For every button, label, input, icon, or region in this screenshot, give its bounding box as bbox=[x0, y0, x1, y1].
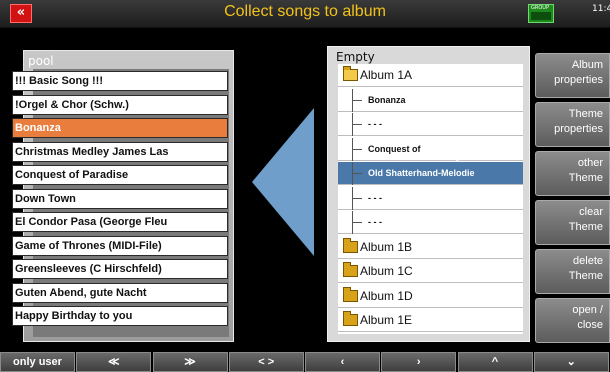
album-item-label: Album 1A bbox=[360, 68, 413, 82]
keyboard-icon-label: GROUP bbox=[531, 5, 549, 11]
side-button-label: Theme bbox=[568, 270, 603, 282]
side-button-label: close bbox=[577, 319, 603, 331]
side-button-label: properties bbox=[554, 74, 603, 86]
side-button-label: delete bbox=[573, 255, 603, 267]
theme-properties-button[interactable]: Theme properties bbox=[535, 102, 610, 147]
album-song-item[interactable]: Conquest of bbox=[338, 137, 523, 161]
side-button-label: Theme bbox=[568, 221, 603, 233]
down-button[interactable]: ⌄ bbox=[533, 352, 609, 372]
left-right-button[interactable]: < > bbox=[228, 352, 304, 372]
side-button-label: Album bbox=[571, 59, 603, 71]
album-item-label: Album 1C bbox=[360, 264, 413, 278]
side-button-label: open / bbox=[572, 304, 603, 316]
pool-item[interactable]: Bonanza bbox=[12, 118, 228, 138]
pool-title: pool bbox=[28, 54, 54, 68]
album-item-label: Bonanza bbox=[368, 94, 406, 105]
album-item-label: - - - bbox=[368, 192, 382, 203]
album-item-label: Album 1D bbox=[360, 288, 413, 303]
open-close-button[interactable]: open / close bbox=[535, 298, 610, 343]
side-button-label: clear bbox=[579, 206, 603, 218]
keyboard-keys bbox=[531, 12, 551, 20]
side-button-label: other bbox=[577, 157, 603, 169]
up-button[interactable]: ^ bbox=[457, 352, 533, 372]
page-up-button[interactable]: ≪ bbox=[76, 352, 152, 372]
rotate-left-button[interactable]: ‹ bbox=[305, 352, 380, 372]
bottom-button-bar: only user ≪ ≫ < > ‹ › ^ ⌄ bbox=[0, 352, 610, 372]
pool-item[interactable]: El Condor Pasa (George Fleu bbox=[12, 212, 228, 232]
album-item[interactable]: Album 1E bbox=[338, 309, 523, 332]
folder-open-icon bbox=[343, 66, 358, 81]
album-item-label: Album 1B bbox=[360, 239, 413, 254]
pool-item[interactable]: !Orgel & Chor (Schw.) bbox=[12, 94, 228, 115]
page-title: Collect songs to album bbox=[224, 3, 386, 20]
album-song-item[interactable]: Old Shatterhand-Melodie bbox=[338, 162, 523, 185]
pool-item[interactable]: Down Town bbox=[12, 188, 228, 209]
pool-item[interactable]: Happy Birthday to you bbox=[12, 306, 228, 326]
pool-item[interactable]: !!! Basic Song !!! bbox=[12, 71, 228, 91]
clock: 11:4 bbox=[592, 4, 610, 14]
pointer-hand-icon: ☟ bbox=[442, 130, 463, 170]
folder-icon bbox=[343, 286, 358, 302]
side-button-label: properties bbox=[554, 123, 603, 135]
album-panel-title: Empty bbox=[336, 50, 375, 64]
keyboard-icon[interactable]: GROUP bbox=[528, 4, 554, 23]
album-item-label: Album 1E bbox=[360, 313, 413, 327]
pool-item[interactable]: Christmas Medley James Las bbox=[12, 141, 228, 162]
album-song-item[interactable]: - - - bbox=[338, 186, 523, 210]
pool-item[interactable]: Guten Abend, gute Nacht bbox=[12, 282, 228, 303]
album-item[interactable]: Album 1C bbox=[338, 260, 523, 283]
album-item[interactable]: Album 1A bbox=[338, 64, 523, 87]
pool-item[interactable]: Greensleeves (C Hirschfeld) bbox=[12, 259, 228, 279]
rotate-right-button[interactable]: › bbox=[381, 352, 457, 372]
album-item-label: - - - bbox=[368, 217, 382, 227]
album-tree: Album 1A Bonanza - - - Conquest of Old Shatt… bbox=[338, 64, 523, 334]
folder-icon bbox=[343, 262, 358, 277]
clear-theme-button[interactable]: clear Theme bbox=[535, 200, 610, 245]
album-song-item[interactable]: - - - bbox=[338, 113, 523, 136]
folder-icon bbox=[343, 237, 358, 253]
album-item-label: Conquest of bbox=[368, 143, 421, 154]
pool-item[interactable]: Game of Thrones (MIDI-File) bbox=[12, 235, 228, 256]
album-properties-button[interactable]: Album properties bbox=[535, 53, 610, 98]
folder-icon bbox=[343, 311, 358, 326]
album-item[interactable]: Album 1B bbox=[338, 236, 523, 259]
album-item[interactable]: Album 1D bbox=[338, 285, 523, 308]
album-song-item[interactable]: - - - bbox=[338, 211, 523, 234]
pool-item[interactable]: Conquest of Paradise bbox=[12, 165, 228, 185]
side-button-label: Theme bbox=[568, 172, 603, 184]
album-panel: Empty Album 1A Bonanza - - - Conquest of Old… bbox=[327, 46, 530, 342]
header-bar: « Collect songs to album GROUP 11:4 bbox=[0, 0, 610, 28]
only-user-button[interactable]: only user bbox=[0, 352, 75, 372]
page-down-button[interactable]: ≫ bbox=[152, 352, 228, 372]
side-button-label: Theme bbox=[568, 108, 603, 120]
delete-theme-button[interactable]: delete Theme bbox=[535, 249, 610, 294]
album-song-item[interactable]: Bonanza bbox=[338, 88, 523, 112]
album-item-label: - - - bbox=[368, 119, 382, 129]
transfer-arrow-icon[interactable] bbox=[252, 108, 314, 256]
other-theme-button[interactable]: other Theme bbox=[535, 151, 610, 196]
